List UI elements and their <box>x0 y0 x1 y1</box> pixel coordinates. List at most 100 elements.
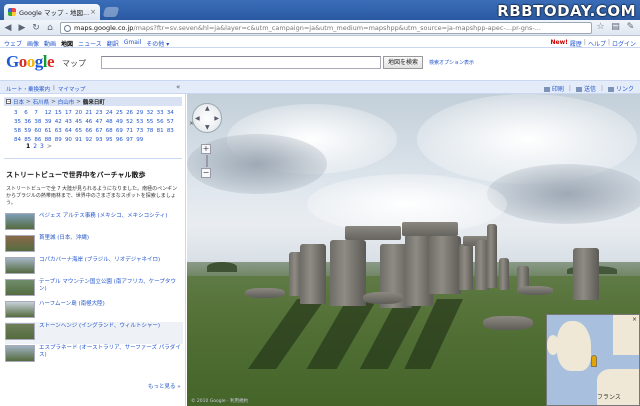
place-list-item[interactable]: テーブル マウンテン国立公園 (南アフリカ、ケープタウン) <box>5 278 183 300</box>
search-options-link[interactable]: 検索オプション表示 <box>429 59 474 66</box>
address-number-link[interactable]: 81 <box>157 128 167 134</box>
address-number-link[interactable]: 73 <box>136 128 146 134</box>
address-number-link[interactable]: 89 <box>55 137 65 143</box>
wrench-icon[interactable]: ✎ <box>625 22 636 33</box>
address-number-link[interactable]: 32 <box>146 110 156 116</box>
breadcrumb-japan[interactable]: 日本 <box>13 98 24 106</box>
address-number-link[interactable]: 63 <box>55 128 65 134</box>
address-number-link[interactable]: 25 <box>116 110 126 116</box>
place-list-item[interactable]: ストーンヘンジ (イングランド、ウィルトシャー) <box>5 322 183 344</box>
google-bar-link[interactable]: 翻訳 <box>107 39 119 48</box>
address-number-link[interactable]: 66 <box>85 128 95 134</box>
address-number-link[interactable]: 42 <box>55 119 65 125</box>
google-bar-link[interactable]: 画像 <box>27 39 39 48</box>
place-thumbnail[interactable] <box>5 345 35 362</box>
forward-arrow-icon[interactable]: ▶ <box>16 22 28 34</box>
address-number-link[interactable]: 39 <box>45 119 55 125</box>
address-number-link[interactable]: 33 <box>157 110 167 116</box>
address-number-link[interactable]: 84 <box>14 137 24 143</box>
address-number-link[interactable]: 95 <box>106 137 116 143</box>
home-icon[interactable]: ⌂ <box>44 22 56 34</box>
address-number-link[interactable]: 97 <box>126 137 136 143</box>
address-number-link[interactable]: 34 <box>167 110 177 116</box>
mini-map[interactable]: × フランス <box>546 314 640 406</box>
address-number-link[interactable]: 59 <box>24 128 34 134</box>
login-link[interactable]: ログイン <box>612 39 636 48</box>
address-number-link[interactable]: 38 <box>34 119 44 125</box>
address-number-link[interactable]: 15 <box>55 110 65 116</box>
map-search-input[interactable] <box>101 56 381 69</box>
google-bar-link[interactable]: 地図 <box>61 39 73 48</box>
place-label[interactable]: ストーンヘンジ (イングランド、ウィルトシャー) <box>39 323 160 330</box>
more-link[interactable]: もっと見る » <box>148 382 181 390</box>
place-thumbnail[interactable] <box>5 301 35 318</box>
star-icon[interactable]: ☆ <box>595 22 606 33</box>
address-number-link[interactable]: 90 <box>65 137 75 143</box>
place-label[interactable]: テーブル マウンテン国立公園 (南アフリカ、ケープタウン) <box>39 279 183 293</box>
zoom-out-button[interactable]: − <box>201 168 211 178</box>
place-thumbnail[interactable] <box>5 257 35 274</box>
address-number-link[interactable]: 78 <box>146 128 156 134</box>
address-number-link[interactable]: 52 <box>126 119 136 125</box>
history-link[interactable]: 履歴 <box>570 39 582 48</box>
place-list-item[interactable]: ハーフムーン島 (南極大陸) <box>5 300 183 322</box>
address-number-link[interactable]: 49 <box>116 119 126 125</box>
breadcrumb-hakusan[interactable]: 白山市 <box>58 98 75 106</box>
address-number-link[interactable]: 92 <box>85 137 95 143</box>
map-search-button[interactable]: 地図を検索 <box>383 56 423 69</box>
address-bar[interactable]: maps.google.co.jp /maps?ftr=sv.seven&hl=… <box>60 22 592 34</box>
address-number-link[interactable]: 12 <box>45 110 55 116</box>
address-number-link[interactable]: 26 <box>126 110 136 116</box>
address-number-link[interactable]: 65 <box>75 128 85 134</box>
address-number-link[interactable]: 99 <box>136 137 146 143</box>
address-number-link[interactable]: 23 <box>96 110 106 116</box>
address-number-link[interactable]: 56 <box>157 119 167 125</box>
minimap-close-icon[interactable]: × <box>632 316 637 323</box>
google-bar-link[interactable]: Gmail <box>124 39 142 48</box>
back-arrow-icon[interactable]: ◀ <box>2 22 14 34</box>
address-number-link[interactable]: 45 <box>75 119 85 125</box>
pan-up-icon[interactable]: ▲ <box>205 105 210 112</box>
address-number-link[interactable]: 60 <box>34 128 44 134</box>
zoom-in-button[interactable]: + <box>201 144 211 154</box>
pan-right-icon[interactable]: ▶ <box>214 115 219 122</box>
address-number-link[interactable]: 55 <box>146 119 156 125</box>
place-label[interactable]: ペジェス アルテス事務 (メキシコ、メキシコシティ) <box>39 213 167 220</box>
address-number-link[interactable]: 17 <box>65 110 75 116</box>
address-number-link[interactable]: 24 <box>106 110 116 116</box>
reload-icon[interactable]: ↻ <box>30 22 42 34</box>
place-thumbnail[interactable] <box>5 213 35 230</box>
pager-page-2[interactable]: 2 <box>33 143 37 150</box>
place-thumbnail[interactable] <box>5 279 35 296</box>
address-number-link[interactable]: 36 <box>24 119 34 125</box>
address-number-link[interactable]: 96 <box>116 137 126 143</box>
streetview-panorama[interactable]: × ▲ ▼ ◀ ▶ + − × フランス © 2010 Google · 利用規… <box>187 94 640 406</box>
place-label[interactable]: 首里城 (日本、沖縄) <box>39 235 89 242</box>
google-bar-link[interactable]: ウェブ <box>4 39 22 48</box>
place-list-item[interactable]: 首里城 (日本、沖縄) <box>5 234 183 256</box>
address-number-link[interactable]: 7 <box>34 110 44 116</box>
google-bar-link[interactable]: 動画 <box>44 39 56 48</box>
address-number-link[interactable]: 68 <box>106 128 116 134</box>
address-number-link[interactable]: 57 <box>167 119 177 125</box>
address-number-link[interactable]: 35 <box>14 119 24 125</box>
tab-close-icon[interactable]: × <box>90 8 96 16</box>
breadcrumb-toggle-icon[interactable]: − <box>6 99 11 104</box>
print-link[interactable]: 印刷 <box>543 84 564 93</box>
directions-link[interactable]: ルート・乗換案内 <box>6 85 50 93</box>
address-number-link[interactable]: 83 <box>167 128 177 134</box>
link-link[interactable]: リンク <box>607 84 634 93</box>
address-number-link[interactable]: 29 <box>136 110 146 116</box>
collapse-panel-button[interactable]: « <box>176 83 180 91</box>
address-number-link[interactable]: 71 <box>126 128 136 134</box>
place-label[interactable]: コパカバーナ海岸 (ブラジル、リオデジャネイロ) <box>39 257 160 264</box>
address-number-link[interactable]: 43 <box>65 119 75 125</box>
pegman-marker-icon[interactable] <box>591 355 597 367</box>
address-number-link[interactable]: 61 <box>45 128 55 134</box>
address-number-link[interactable]: 20 <box>75 110 85 116</box>
page-menu-icon[interactable]: ▤ <box>610 22 621 33</box>
address-number-link[interactable]: 3 <box>14 110 24 116</box>
address-number-link[interactable]: 69 <box>116 128 126 134</box>
help-link[interactable]: ヘルプ <box>588 39 606 48</box>
address-number-link[interactable]: 67 <box>96 128 106 134</box>
